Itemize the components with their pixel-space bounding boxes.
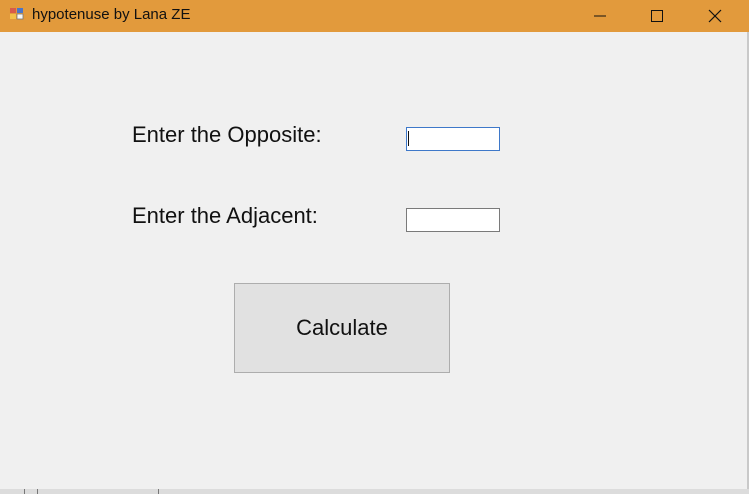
bottom-edge bbox=[0, 489, 749, 494]
close-icon bbox=[708, 9, 722, 23]
maximize-icon bbox=[651, 10, 663, 22]
adjacent-input[interactable] bbox=[406, 208, 500, 232]
close-button[interactable] bbox=[692, 0, 738, 32]
title-bar[interactable]: hypotenuse by Lana ZE bbox=[0, 0, 749, 32]
bottom-edge-mark bbox=[24, 489, 25, 494]
window-title: hypotenuse by Lana ZE bbox=[32, 6, 191, 23]
application-icon bbox=[10, 8, 24, 20]
opposite-label: Enter the Opposite: bbox=[132, 122, 322, 147]
text-caret bbox=[408, 131, 409, 146]
adjacent-label: Enter the Adjacent: bbox=[132, 203, 318, 228]
calculate-button[interactable]: Calculate bbox=[234, 283, 450, 373]
maximize-button[interactable] bbox=[634, 0, 680, 32]
minimize-icon bbox=[594, 15, 606, 17]
bottom-edge-mark bbox=[37, 489, 38, 494]
minimize-button[interactable] bbox=[577, 0, 623, 32]
bottom-edge-mark bbox=[158, 489, 159, 494]
application-window: hypotenuse by Lana ZE Enter the Opposite… bbox=[0, 0, 749, 494]
opposite-input[interactable] bbox=[406, 127, 500, 151]
